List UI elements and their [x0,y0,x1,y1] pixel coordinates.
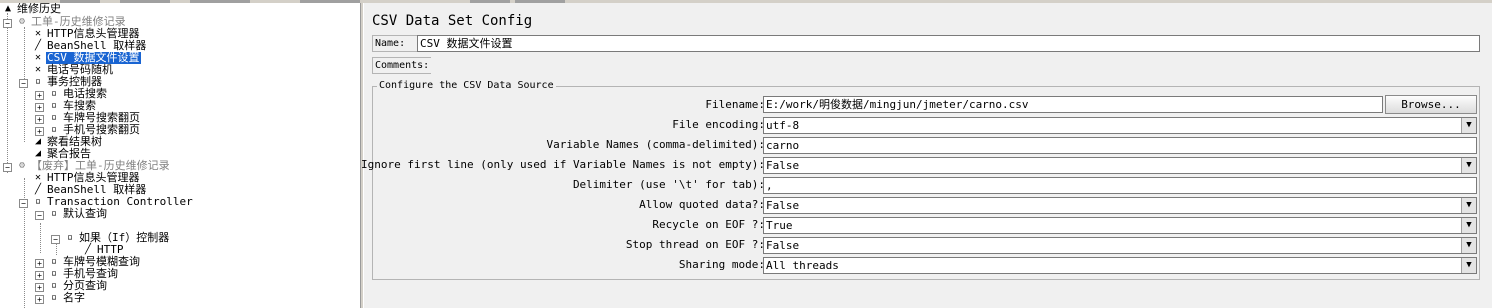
tree-item-test-plan[interactable]: ▲ 维修历史 [2,3,62,15]
controller-icon: ▫ [34,196,42,207]
delimiter-label: Delimiter (use '\t' for tab): [572,178,765,191]
stop-thread-eof-combo[interactable]: False ▼ [763,237,1477,254]
sampler-icon: ╱ [34,184,42,195]
page-title: CSV Data Set Config [372,13,533,29]
collapse-toggle[interactable]: − [35,211,44,220]
collapse-toggle[interactable]: − [19,79,28,88]
controller-icon: ▫ [50,268,58,279]
comments-row: Comments: [372,57,1480,74]
thread-group-icon: ⚙ [18,160,26,171]
csv-source-section: Configure the CSV Data Source Filename: … [361,80,1480,280]
encoding-label: File encoding: [672,118,765,131]
controller-icon: ▫ [50,112,58,123]
chevron-down-icon[interactable]: ▼ [1461,258,1476,273]
quoted-data-value: False [766,199,800,212]
thread-group-icon: ⚙ [18,16,26,27]
comments-field[interactable] [431,57,1480,74]
ignore-first-line-label: Ignore first line (only used if Variable… [361,158,765,171]
filename-field[interactable]: E:/work/明俊数据/mingjun/jmeter/carno.csv [763,96,1383,113]
encoding-combo[interactable]: utf-8 ▼ [763,117,1477,134]
name-row: Name: CSV 数据文件设置 [372,35,1480,52]
tree-item-name-query[interactable]: ▫ 名字 [48,292,86,304]
expand-toggle[interactable]: + [35,259,44,268]
controller-icon: ▫ [34,76,42,87]
encoding-value: utf-8 [766,119,800,132]
csv-config-panel: CSV Data Set Config Name: CSV 数据文件设置 Com… [361,3,1492,308]
section-title: Configure the CSV Data Source [377,80,556,91]
controller-icon: ▫ [50,88,58,99]
sampler-icon: ╱ [34,40,42,51]
quoted-data-combo[interactable]: False ▼ [763,197,1477,214]
controller-icon: ▫ [50,256,58,267]
stop-thread-eof-value: False [766,239,800,252]
tree-connector [24,87,25,142]
tree-connector [7,13,8,173]
chevron-down-icon[interactable]: ▼ [1461,218,1476,233]
browse-button[interactable]: Browse... [1385,95,1477,114]
sharing-mode-value: All threads [766,259,839,272]
sharing-mode-label: Sharing mode: [678,258,765,271]
ignore-first-line-value: False [766,159,800,172]
tree-connector [56,243,57,255]
comments-label: Comments: [375,60,430,71]
expand-toggle[interactable]: + [35,91,44,100]
expand-toggle[interactable]: + [35,127,44,136]
delimiter-field[interactable]: , [763,177,1477,194]
recycle-eof-label: Recycle on EOF ?: [652,218,765,231]
collapse-toggle[interactable]: − [19,199,28,208]
chevron-down-icon[interactable]: ▼ [1461,198,1476,213]
controller-icon: ▫ [50,280,58,291]
config-element-icon: ✕ [34,52,42,63]
expand-toggle[interactable]: + [35,115,44,124]
name-field[interactable]: CSV 数据文件设置 [417,35,1480,52]
varnames-field[interactable]: carno [763,137,1477,154]
ignore-first-line-combo[interactable]: False ▼ [763,157,1477,174]
chevron-down-icon[interactable]: ▼ [1461,158,1476,173]
controller-icon: ▫ [50,208,58,219]
test-plan-tree[interactable]: ▲ 维修历史 − ⚙ 工单-历史维修记录 ✕ HTTP信息头管理器 ╱ BeanShel… [0,3,360,308]
tree-connector [24,178,25,308]
varnames-label: Variable Names (comma-delimited): [546,138,765,151]
collapse-toggle[interactable]: − [3,163,12,172]
tree-connector [40,223,41,253]
tree-connector [24,27,25,87]
controller-icon: ▫ [50,100,58,111]
controller-icon: ▫ [50,292,58,303]
expand-toggle[interactable]: + [35,103,44,112]
test-plan-icon: ▲ [4,3,12,14]
recycle-eof-value: True [766,219,793,232]
collapse-toggle[interactable]: − [3,19,12,28]
filename-label: Filename: [705,98,765,111]
expand-toggle[interactable]: + [35,283,44,292]
config-element-icon: ✕ [34,172,42,183]
name-label: Name: [375,38,406,49]
recycle-eof-combo[interactable]: True ▼ [763,217,1477,234]
listener-icon: ◢ [34,136,42,147]
expand-toggle[interactable]: + [35,295,44,304]
chevron-down-icon[interactable]: ▼ [1461,118,1476,133]
controller-icon: ▫ [66,232,74,243]
expand-toggle[interactable]: + [35,271,44,280]
sharing-mode-combo[interactable]: All threads ▼ [763,257,1477,274]
config-element-icon: ✕ [34,64,42,75]
quoted-data-label: Allow quoted data?: [639,198,765,211]
stop-thread-eof-label: Stop thread on EOF ?: [625,238,765,251]
chevron-down-icon[interactable]: ▼ [1461,238,1476,253]
tree-item-transaction-controller-2[interactable]: ▫ Transaction Controller [32,196,194,208]
collapse-toggle[interactable]: − [51,235,60,244]
tree-item-default-query[interactable]: ▫ 默认查询 [48,208,108,220]
config-element-icon: ✕ [34,28,42,39]
